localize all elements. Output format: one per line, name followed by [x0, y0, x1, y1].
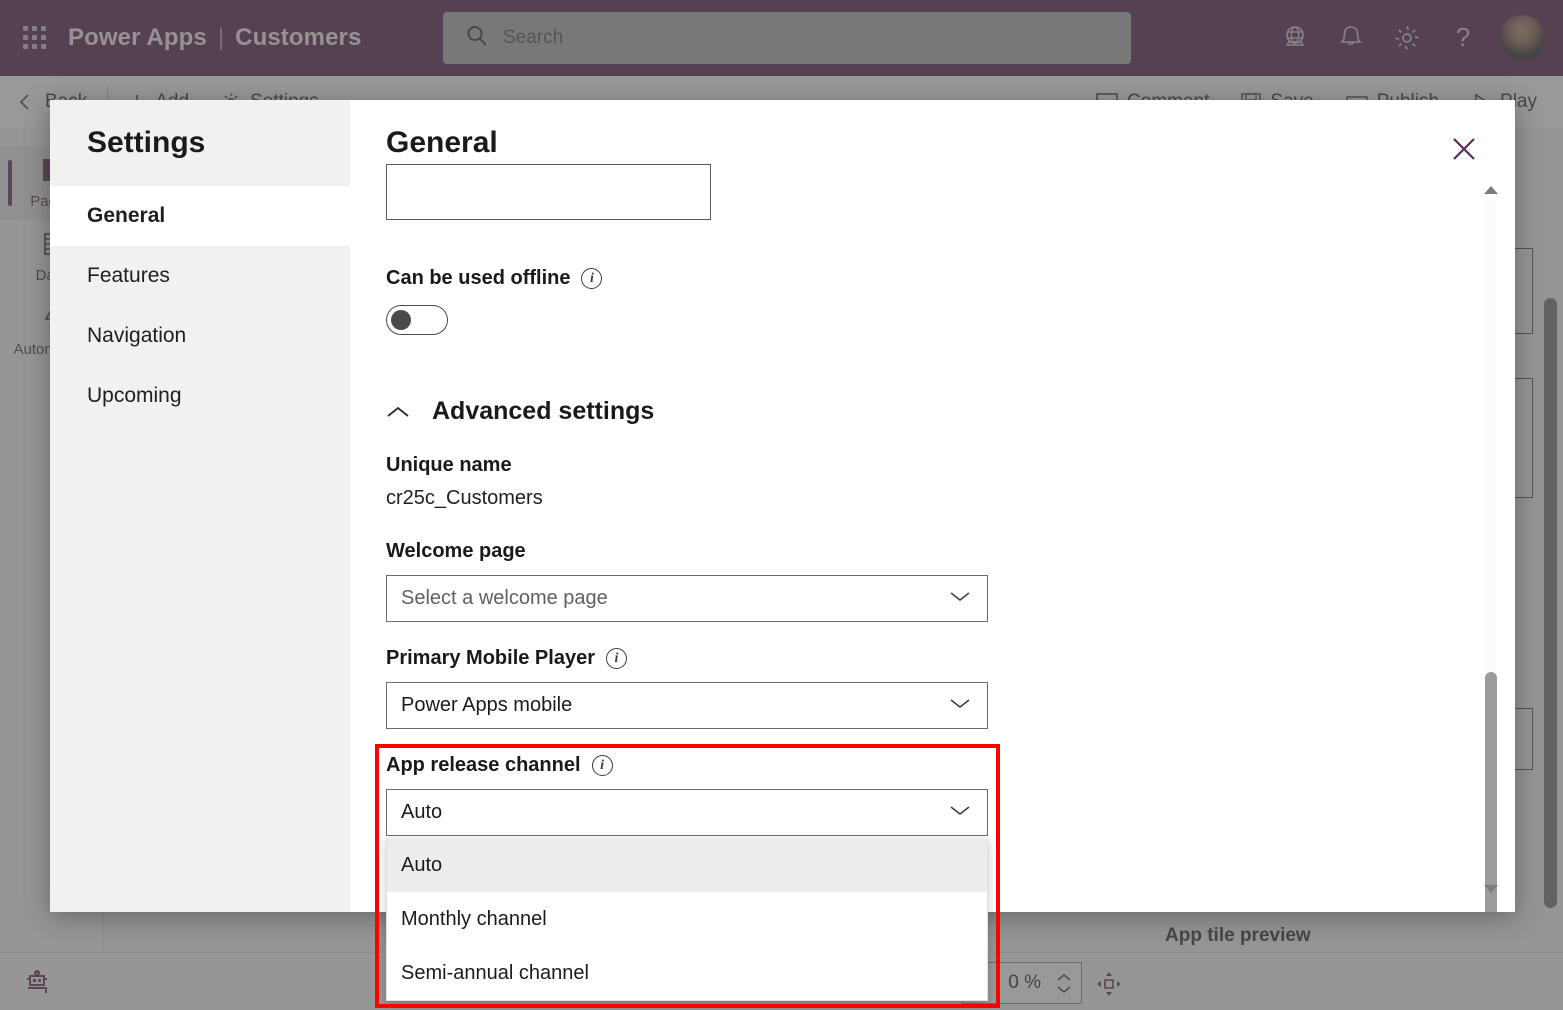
app-root: Back Add Settings Comment: [0, 0, 1563, 1010]
fit-to-screen-icon[interactable]: [1096, 971, 1122, 1002]
scrollbar-thumb[interactable]: [1485, 672, 1497, 912]
unique-name-value: cr25c_Customers: [386, 487, 1437, 510]
info-icon[interactable]: i: [606, 648, 627, 669]
settings-dialog: Settings General Features Navigation Upc…: [50, 100, 1515, 912]
sidebar-item-general[interactable]: General: [50, 186, 350, 246]
primary-mobile-player-field: Primary Mobile Player i Power Apps mobil…: [386, 647, 1437, 729]
close-icon[interactable]: [1441, 126, 1487, 172]
option-semi-annual-channel[interactable]: Semi-annual channel: [387, 946, 987, 1000]
unique-name-field: Unique name cr25c_Customers: [386, 454, 1437, 510]
sidebar-item-upcoming[interactable]: Upcoming: [50, 366, 350, 426]
toggle-knob: [391, 310, 411, 330]
brand-label[interactable]: Power Apps: [68, 24, 207, 52]
option-monthly-channel[interactable]: Monthly channel: [387, 892, 987, 946]
canvas-scrollbar[interactable]: [1544, 298, 1557, 908]
search-input[interactable]: Search: [443, 12, 1131, 64]
app-release-channel-value: Auto: [401, 801, 442, 824]
back-arrow-icon: [16, 92, 36, 112]
app-release-channel-options[interactable]: Auto Monthly channel Semi-annual channel: [386, 838, 988, 1001]
top-navigation-bar: Power Apps | Customers Search ?: [0, 0, 1563, 76]
chevron-up-icon: [1055, 972, 1073, 983]
waffle-menu-icon[interactable]: [20, 23, 50, 53]
brand-divider: |: [218, 24, 224, 52]
offline-label-row: Can be used offline i: [386, 267, 1437, 290]
app-release-channel-dropdown[interactable]: Auto: [386, 789, 988, 836]
zoom-value: 0 %: [1008, 972, 1041, 994]
bell-icon[interactable]: [1323, 10, 1379, 66]
welcome-page-field: Welcome page Select a welcome page: [386, 540, 1437, 622]
chevron-down-icon: [949, 804, 971, 822]
description-textarea[interactable]: [386, 164, 711, 220]
search-icon: [465, 24, 489, 53]
primary-mobile-player-dropdown[interactable]: Power Apps mobile: [386, 682, 988, 729]
gear-icon[interactable]: [1379, 10, 1435, 66]
option-auto-label: Auto: [401, 854, 442, 877]
option-auto[interactable]: Auto: [387, 838, 987, 892]
search-placeholder: Search: [503, 27, 563, 49]
dialog-title: Settings: [50, 126, 350, 186]
primary-mobile-player-label: Primary Mobile Player: [386, 647, 595, 670]
sidebar-item-navigation[interactable]: Navigation: [50, 306, 350, 366]
primary-mobile-player-value: Power Apps mobile: [401, 694, 572, 717]
zoom-stepper[interactable]: [1055, 972, 1073, 995]
settings-content: General Can be used offline i: [350, 100, 1515, 912]
dialog-scrollbar[interactable]: [1479, 178, 1503, 900]
chevron-up-icon: [386, 401, 410, 423]
settings-form: Can be used offline i Advanced settings …: [386, 164, 1437, 912]
app-name-label: Customers: [235, 24, 361, 52]
sidebar-label-features: Features: [87, 264, 170, 288]
sidebar-label-navigation: Navigation: [87, 324, 186, 348]
welcome-page-value: Select a welcome page: [401, 587, 608, 610]
option-semi-annual-channel-label: Semi-annual channel: [401, 962, 589, 985]
help-icon[interactable]: ?: [1435, 10, 1491, 66]
brand-area: Power Apps | Customers: [68, 24, 361, 52]
info-icon[interactable]: i: [581, 268, 602, 289]
settings-sidebar: Settings General Features Navigation Upc…: [50, 100, 350, 912]
scroll-down-arrow-icon[interactable]: [1479, 878, 1503, 900]
offline-label: Can be used offline: [386, 267, 570, 290]
option-monthly-channel-label: Monthly channel: [401, 908, 547, 931]
sidebar-label-upcoming: Upcoming: [87, 384, 182, 408]
offline-field: Can be used offline i: [386, 267, 1437, 335]
robot-icon[interactable]: [22, 967, 52, 997]
sidebar-label-general: General: [87, 204, 165, 228]
scroll-up-arrow-icon[interactable]: [1479, 178, 1503, 200]
welcome-page-label: Welcome page: [386, 540, 1437, 563]
advanced-settings-label: Advanced settings: [432, 397, 654, 426]
app-release-channel-label-row: App release channel i: [386, 754, 1437, 777]
chevron-down-icon: [1055, 984, 1073, 995]
app-tile-preview-label: App tile preview: [1165, 925, 1495, 947]
top-bar-actions: ?: [1267, 0, 1549, 76]
offline-toggle[interactable]: [386, 305, 448, 335]
globe-icon[interactable]: [1267, 10, 1323, 66]
app-release-channel-label: App release channel: [386, 754, 581, 777]
sidebar-item-features[interactable]: Features: [50, 246, 350, 306]
unique-name-label: Unique name: [386, 454, 1437, 477]
chevron-down-icon: [949, 590, 971, 608]
welcome-page-dropdown[interactable]: Select a welcome page: [386, 575, 988, 622]
advanced-settings-header[interactable]: Advanced settings: [386, 397, 1437, 426]
primary-mobile-player-label-row: Primary Mobile Player i: [386, 647, 1437, 670]
page-title: General: [350, 100, 1515, 160]
svg-text:?: ?: [1456, 23, 1470, 52]
avatar[interactable]: [1499, 15, 1545, 61]
chevron-down-icon: [949, 697, 971, 715]
app-release-channel-field: App release channel i Auto: [386, 754, 1437, 836]
info-icon[interactable]: i: [592, 755, 613, 776]
